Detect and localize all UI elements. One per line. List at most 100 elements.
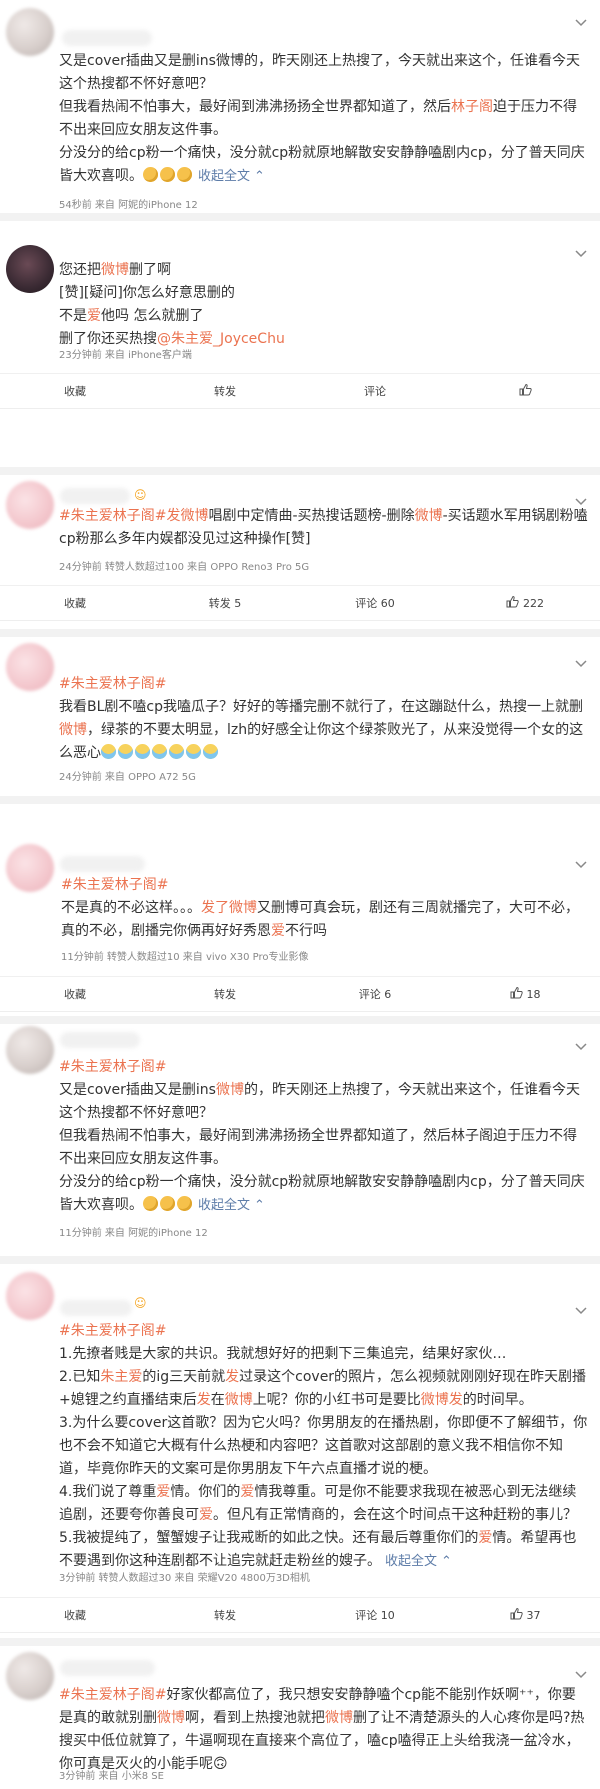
thumbs-up-icon bbox=[519, 383, 532, 399]
keyword[interactable]: 林子阁 bbox=[451, 99, 493, 115]
like-button[interactable] bbox=[450, 374, 600, 408]
avatar[interactable] bbox=[6, 8, 54, 56]
username[interactable] bbox=[62, 30, 152, 46]
post: #朱主爱林子阁#好家伙都高位了，我只想安安静静嗑个cp能不能别作妖啊⁺⁺，你要是… bbox=[0, 1646, 600, 1789]
keyword[interactable]: 朱主爱 bbox=[100, 1369, 142, 1385]
collect-button[interactable]: 收藏 bbox=[0, 374, 150, 408]
chevron-up-icon[interactable]: ⌃ bbox=[441, 1554, 452, 1569]
post-body: #朱主爱林子阁# 1.先撩者贱是大家的共识。我就想好好的把剩下三集追完，结果好家… bbox=[59, 1323, 588, 1569]
post-body: #朱主爱林子阁# 我看BL剧不嗑cp我嗑瓜子？好好的等播完删不就行了，在这蹦跶什… bbox=[59, 676, 584, 761]
divider bbox=[0, 629, 600, 637]
avatar[interactable] bbox=[6, 844, 54, 892]
keyword[interactable]: 发 bbox=[225, 1369, 239, 1385]
clap-emoji-icon bbox=[143, 167, 158, 182]
clap-emoji-icon bbox=[143, 1196, 158, 1211]
keyword[interactable]: 发 bbox=[197, 1392, 211, 1408]
repost-button[interactable]: 转发 bbox=[150, 374, 300, 408]
avatar[interactable] bbox=[6, 1652, 54, 1700]
comment-feed: 又是cover插曲又是删ins微博的，昨天刚还上热搜了，今天就出来这个，任谁看今… bbox=[0, 0, 600, 1789]
username[interactable] bbox=[60, 1032, 140, 1048]
username[interactable] bbox=[60, 488, 130, 504]
chevron-down-icon[interactable] bbox=[574, 1038, 588, 1052]
avatar[interactable] bbox=[6, 245, 54, 293]
crying-emoji-icon bbox=[152, 744, 167, 759]
username[interactable] bbox=[60, 1660, 155, 1676]
like-button[interactable]: 37 bbox=[450, 1598, 600, 1632]
chevron-up-icon[interactable]: ⌃ bbox=[254, 169, 265, 184]
username[interactable] bbox=[60, 1300, 132, 1316]
topic-link[interactable]: #朱主爱林子阁# bbox=[59, 1059, 166, 1075]
like-button[interactable]: 18 bbox=[450, 977, 600, 1011]
topic-link[interactable]: #朱主爱林子阁# bbox=[59, 508, 166, 524]
collapse-text-link[interactable]: 收起全文 bbox=[385, 1554, 437, 1569]
keyword[interactable]: 微博 bbox=[225, 1392, 253, 1408]
divider bbox=[0, 467, 600, 475]
chevron-down-icon[interactable] bbox=[574, 1666, 588, 1680]
comment-button[interactable]: 评论 10 bbox=[300, 1598, 450, 1632]
keyword[interactable]: 爱 bbox=[271, 923, 285, 939]
avatar[interactable] bbox=[6, 1272, 54, 1320]
comment-button[interactable]: 评论 60 bbox=[300, 586, 450, 620]
action-bar: 收藏 转发 评论 10 37 bbox=[0, 1597, 600, 1633]
repost-button[interactable]: 转发 bbox=[150, 977, 300, 1011]
keyword[interactable]: 发了 bbox=[201, 900, 229, 916]
collapse-text-link[interactable]: 收起全文 bbox=[198, 169, 250, 184]
keyword[interactable]: 爱 bbox=[240, 1484, 254, 1500]
keyword[interactable]: 微博 bbox=[415, 508, 443, 524]
post-body: #朱主爱林子阁#发微博唱剧中定情曲-买热搜话题榜-删除微博-买话题水军用锅剧粉嗑… bbox=[59, 508, 588, 547]
divider bbox=[0, 1256, 600, 1264]
post-meta: 23分钟前 来自 iPhone客户端 bbox=[59, 350, 192, 361]
action-bar: 收藏 转发 5 评论 60 222 bbox=[0, 585, 600, 621]
post-body: #朱主爱林子阁# 又是cover插曲又是删ins微博的，昨天刚还上热搜了，今天就… bbox=[59, 1059, 585, 1213]
chevron-down-icon[interactable] bbox=[574, 856, 588, 870]
repost-button[interactable]: 转发 5 bbox=[150, 586, 300, 620]
keyword[interactable]: 微博 bbox=[216, 1082, 244, 1098]
topic-link[interactable]: #朱主爱林子阁# bbox=[61, 877, 168, 893]
collect-button[interactable]: 收藏 bbox=[0, 977, 150, 1011]
comment-button[interactable]: 评论 bbox=[300, 374, 450, 408]
action-bar: 收藏 转发 评论 bbox=[0, 373, 600, 409]
topic-link[interactable]: #朱主爱林子阁# bbox=[59, 1323, 166, 1339]
avatar[interactable] bbox=[6, 643, 54, 691]
clap-emoji-icon bbox=[160, 167, 175, 182]
post: ☺ #朱主爱林子阁#发微博唱剧中定情曲-买热搜话题榜-删除微博-买话题水军用锅剧… bbox=[0, 475, 600, 625]
topic-link[interactable]: #朱主爱林子阁# bbox=[59, 1687, 166, 1703]
keyword[interactable]: 爱 bbox=[156, 1484, 170, 1500]
keyword[interactable]: 爱 bbox=[478, 1530, 492, 1546]
avatar[interactable] bbox=[6, 481, 54, 529]
post-meta: 11分钟前 转赞人数超过10 来自 vivo X30 Pro专业影像 bbox=[61, 952, 309, 963]
keyword[interactable]: 微博 bbox=[157, 1710, 185, 1726]
keyword[interactable]: 微博 bbox=[59, 722, 87, 738]
keyword[interactable]: 爱 bbox=[87, 308, 101, 324]
keyword[interactable]: 微博发 bbox=[421, 1392, 463, 1408]
keyword[interactable]: 微博 bbox=[180, 508, 208, 524]
avatar[interactable] bbox=[6, 1026, 54, 1074]
thumbs-up-icon bbox=[510, 986, 523, 1002]
mention-link[interactable]: @朱主爱_JoyceChu bbox=[157, 331, 285, 347]
topic-link[interactable]: #朱主爱林子阁# bbox=[59, 676, 166, 692]
collect-button[interactable]: 收藏 bbox=[0, 586, 150, 620]
chevron-down-icon[interactable] bbox=[574, 1302, 588, 1316]
chevron-up-icon[interactable]: ⌃ bbox=[254, 1198, 265, 1213]
clap-emoji-icon bbox=[160, 1196, 175, 1211]
thumbs-up-icon bbox=[506, 595, 519, 611]
keyword[interactable]: 微博 bbox=[325, 1710, 353, 1726]
post: ☺ #朱主爱林子阁# 1.先撩者贱是大家的共识。我就想好好的把剩下三集追完，结果… bbox=[0, 1264, 600, 1644]
repost-button[interactable]: 转发 bbox=[150, 1598, 300, 1632]
crying-emoji-icon bbox=[169, 744, 184, 759]
collect-button[interactable]: 收藏 bbox=[0, 1598, 150, 1632]
keyword[interactable]: 微博 bbox=[101, 262, 129, 278]
keyword[interactable]: 爱 bbox=[199, 1507, 213, 1523]
chevron-down-icon[interactable] bbox=[574, 655, 588, 669]
post: 又是cover插曲又是删ins微博的，昨天刚还上热搜了，今天就出来这个，任谁看今… bbox=[0, 0, 600, 211]
divider bbox=[0, 1016, 600, 1024]
like-button[interactable]: 222 bbox=[450, 586, 600, 620]
chevron-down-icon[interactable] bbox=[574, 14, 588, 28]
chevron-down-icon[interactable] bbox=[574, 245, 588, 259]
collapse-text-link[interactable]: 收起全文 bbox=[198, 1198, 250, 1213]
keyword[interactable]: 微博 bbox=[229, 900, 257, 916]
crying-emoji-icon bbox=[203, 744, 218, 759]
username[interactable] bbox=[60, 856, 145, 872]
comment-button[interactable]: 评论 6 bbox=[300, 977, 450, 1011]
vip-badge-icon: ☺ bbox=[134, 1296, 147, 1310]
